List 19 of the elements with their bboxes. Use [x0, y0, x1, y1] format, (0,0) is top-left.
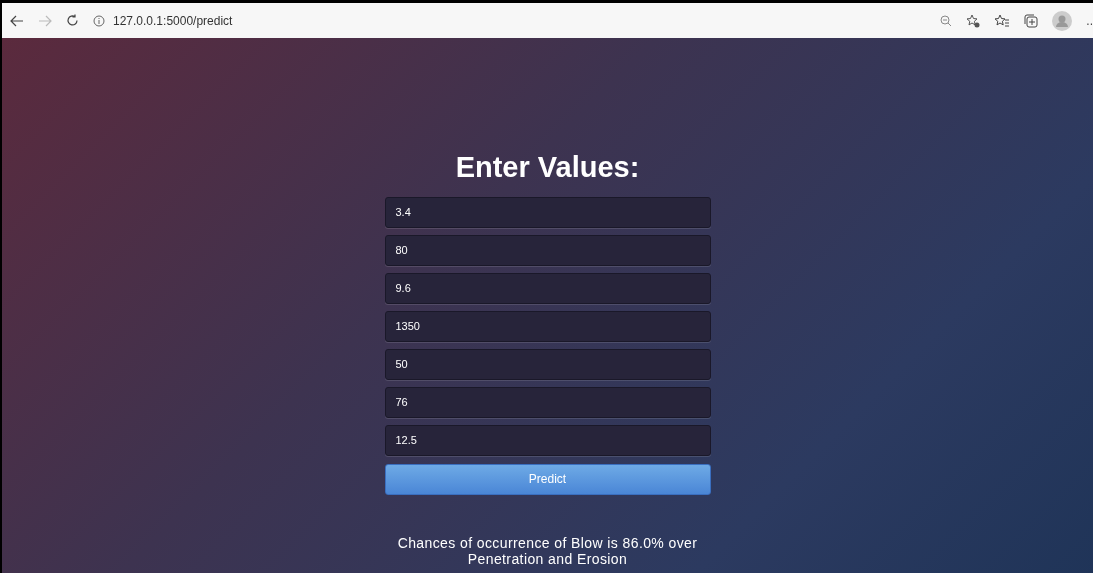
info-icon[interactable]	[93, 14, 105, 27]
reload-icon[interactable]	[66, 14, 79, 27]
value-field[interactable]: 76	[384, 386, 711, 418]
profile-icon[interactable]	[1052, 10, 1073, 31]
collections-icon[interactable]	[1024, 13, 1039, 28]
value-field[interactable]: 80	[384, 234, 711, 266]
result-text: Chances of occurrence of Blow is 86.0% over Penetration and Erosion	[396, 534, 699, 567]
star-icon[interactable]	[966, 13, 981, 28]
zoom-out-icon[interactable]	[940, 14, 953, 27]
value-field[interactable]: 50	[384, 348, 711, 380]
address-text[interactable]: 127.0.0.1:5000/predict	[113, 11, 233, 30]
value-field[interactable]: 12.5	[384, 424, 711, 456]
form-heading: Enter Values:	[455, 150, 640, 185]
more-menu[interactable]: ..	[1086, 11, 1093, 30]
back-icon[interactable]	[10, 14, 24, 27]
value-field[interactable]: 1350	[384, 310, 711, 342]
value-field[interactable]: 9.6	[384, 272, 711, 304]
favorites-icon[interactable]	[994, 13, 1011, 28]
value-field[interactable]: 3.4	[384, 196, 711, 228]
